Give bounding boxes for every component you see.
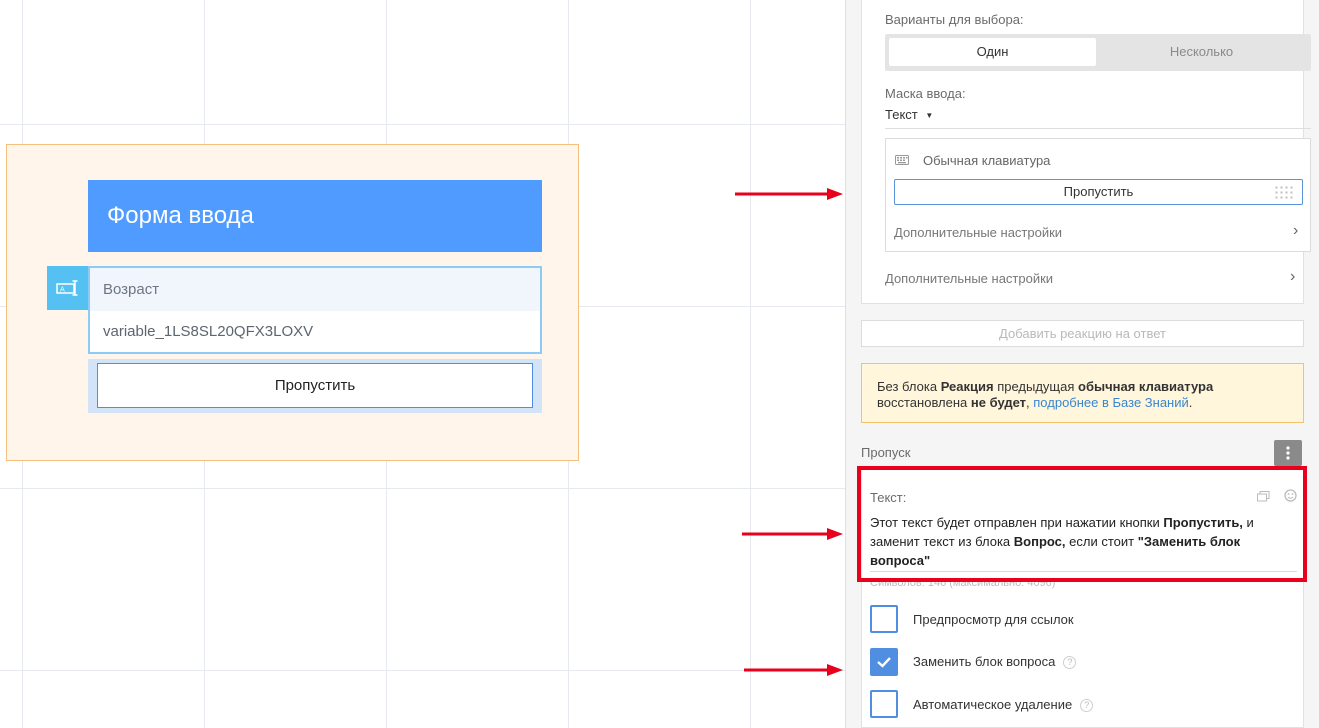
mask-value: Текст bbox=[885, 107, 918, 122]
mask-label: Маска ввода: bbox=[885, 86, 966, 101]
field-label: Возраст bbox=[90, 268, 540, 311]
help-icon[interactable]: ? bbox=[1080, 699, 1094, 713]
warning-text: восстановлена bbox=[877, 395, 971, 410]
skip-button-wrap: Пропустить bbox=[88, 359, 542, 413]
check-icon bbox=[877, 657, 891, 668]
add-reaction-button[interactable]: Добавить реакцию на ответ bbox=[861, 320, 1304, 347]
gallery-icon[interactable] bbox=[1257, 490, 1270, 505]
choice-segmented: Один Несколько bbox=[885, 34, 1311, 71]
warning-text: предыдущая bbox=[993, 379, 1078, 394]
svg-text:A: A bbox=[60, 286, 65, 294]
text-part: если стоит bbox=[1065, 534, 1138, 549]
text-bold: Пропустить, bbox=[1163, 515, 1243, 530]
flow-canvas[interactable]: Форма ввода A Возраст variable_1LS8SL20Q… bbox=[0, 0, 845, 728]
skip-section-title: Пропуск bbox=[861, 445, 911, 460]
chevron-right-icon[interactable]: › bbox=[1293, 222, 1298, 240]
input-field[interactable]: Возраст variable_1LS8SL20QFX3LOXV bbox=[88, 266, 542, 354]
replace-block-label: Заменить блок вопроса? bbox=[913, 654, 1077, 670]
replace-block-checkbox[interactable] bbox=[870, 648, 898, 676]
warning-bold: обычная клавиатура bbox=[1078, 379, 1214, 394]
text-label: Текст: bbox=[870, 490, 907, 505]
settings-panel: Варианты для выбора: Один Несколько Маск… bbox=[845, 0, 1319, 728]
block-title: Форма ввода bbox=[88, 180, 542, 252]
skip-button[interactable]: Пропустить bbox=[97, 363, 533, 408]
keyboard-title: Обычная клавиатура bbox=[923, 153, 1051, 168]
chevron-right-icon[interactable]: › bbox=[1290, 268, 1295, 286]
link-preview-label: Предпросмотр для ссылок bbox=[913, 612, 1074, 627]
dots-vertical-icon[interactable] bbox=[1274, 440, 1302, 466]
red-arrow bbox=[744, 664, 843, 676]
choice-option-many[interactable]: Несколько bbox=[1096, 38, 1307, 66]
drag-handle-icon[interactable] bbox=[1274, 185, 1294, 199]
settings-card: Варианты для выбора: Один Несколько Маск… bbox=[861, 0, 1311, 304]
char-counter: Символов: 146 (максимально: 4096) bbox=[870, 577, 1056, 589]
keyboard-skip-button[interactable]: Пропустить bbox=[894, 179, 1303, 205]
caret-down-icon: ▼ bbox=[925, 111, 934, 121]
keyboard-box: Обычная клавиатура Пропустить Дополнител… bbox=[885, 138, 1311, 252]
choice-option-one[interactable]: Один bbox=[889, 38, 1096, 66]
card-more-settings[interactable]: Дополнительные настройки bbox=[885, 271, 1053, 286]
warning-bold: не будет bbox=[970, 395, 1027, 410]
warning-text: Без блока bbox=[877, 379, 941, 394]
field-variable: variable_1LS8SL20QFX3LOXV bbox=[90, 311, 540, 352]
help-icon[interactable]: ? bbox=[1063, 656, 1077, 670]
choice-label: Варианты для выбора: bbox=[885, 12, 1024, 27]
knowledge-base-link[interactable]: подробнее в Базе Знаний bbox=[1033, 395, 1188, 410]
red-arrow bbox=[735, 188, 843, 200]
auto-delete-label: Автоматическое удаление? bbox=[913, 697, 1094, 713]
divider bbox=[870, 571, 1297, 572]
skip-text-card: Текст: Этот текст будет отправлен при на… bbox=[861, 468, 1304, 728]
warning-bold: Реакция bbox=[940, 379, 994, 394]
text-bold: Вопрос, bbox=[1013, 534, 1066, 549]
red-arrow bbox=[742, 528, 843, 540]
link-preview-checkbox[interactable] bbox=[870, 605, 898, 633]
skip-text-editor[interactable]: Этот текст будет отправлен при нажатии к… bbox=[870, 513, 1290, 570]
divider bbox=[885, 128, 1311, 129]
warning-text: . bbox=[1188, 395, 1193, 410]
replace-block-label-text: Заменить блок вопроса bbox=[913, 654, 1056, 669]
keyboard-skip-label: Пропустить bbox=[1063, 184, 1134, 199]
text-part: Этот текст будет отправлен при нажатии к… bbox=[870, 515, 1164, 530]
keyboard-icon bbox=[895, 155, 909, 165]
auto-delete-label-text: Автоматическое удаление bbox=[913, 697, 1073, 712]
input-field-icon: A bbox=[47, 266, 88, 310]
warning-notice: Без блока Реакция предыдущая обычная кла… bbox=[861, 363, 1304, 423]
mask-select[interactable]: Текст ▼ bbox=[885, 107, 933, 122]
keyboard-more-settings[interactable]: Дополнительные настройки bbox=[894, 225, 1062, 240]
emoji-icon[interactable] bbox=[1284, 489, 1297, 505]
auto-delete-checkbox[interactable] bbox=[870, 690, 898, 718]
